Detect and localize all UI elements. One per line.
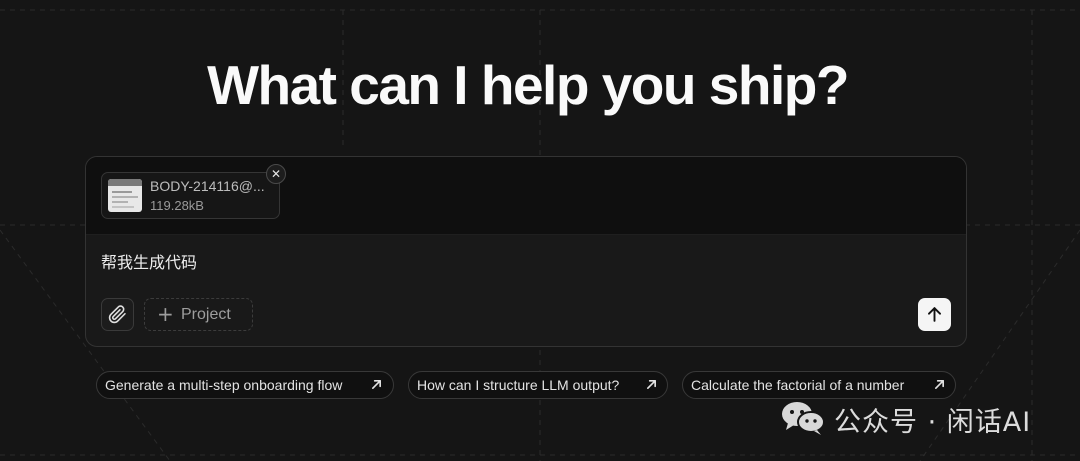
remove-attachment-button[interactable]: ✕ xyxy=(266,164,286,184)
attachment-file-name: BODY-214116@... xyxy=(150,178,265,194)
watermark-text: 公众号 · 闲话AI xyxy=(834,407,1032,438)
send-button[interactable] xyxy=(918,298,951,331)
page-title: What can I help you ship? xyxy=(207,54,849,116)
suggestion-chip-onboarding[interactable]: Generate a multi-step onboarding flow xyxy=(96,371,394,399)
close-icon: ✕ xyxy=(270,167,282,181)
attachments-area: BODY-214116@... 119.28kB ✕ xyxy=(86,157,966,235)
suggestion-label: How can I structure LLM output? xyxy=(417,377,620,393)
add-project-label: Project xyxy=(181,306,231,323)
suggestion-label: Generate a multi-step onboarding flow xyxy=(105,377,343,393)
suggestion-label: Calculate the factorial of a number xyxy=(691,377,905,393)
file-thumbnail xyxy=(108,179,142,212)
add-project-button[interactable]: + Project xyxy=(144,298,253,331)
prompt-input[interactable]: 帮我生成代码 xyxy=(101,249,197,273)
arrow-up-right-icon xyxy=(935,380,944,389)
page: What can I help you ship? BODY-214116@..… xyxy=(0,0,1080,461)
suggestion-chip-factorial[interactable]: Calculate the factorial of a number xyxy=(682,371,956,399)
arrow-up-right-icon xyxy=(372,380,381,389)
attachment-file-size: 119.28kB xyxy=(150,198,204,213)
paperclip-icon xyxy=(108,305,126,324)
plus-icon: + xyxy=(157,302,174,326)
arrow-up-right-icon xyxy=(647,380,656,389)
watermark: 公众号 · 闲话AI xyxy=(780,398,1070,438)
arrow-up-icon xyxy=(928,307,941,322)
prompt-card: BODY-214116@... 119.28kB ✕ 帮我生成代码 + Proj… xyxy=(85,156,967,347)
attachment-chip[interactable]: BODY-214116@... 119.28kB xyxy=(101,172,280,219)
suggestion-chip-llm-output[interactable]: How can I structure LLM output? xyxy=(408,371,668,399)
attach-file-button[interactable] xyxy=(101,298,134,331)
wechat-icon xyxy=(782,402,825,435)
suggestion-row: Generate a multi-step onboarding flow Ho… xyxy=(0,371,1080,399)
